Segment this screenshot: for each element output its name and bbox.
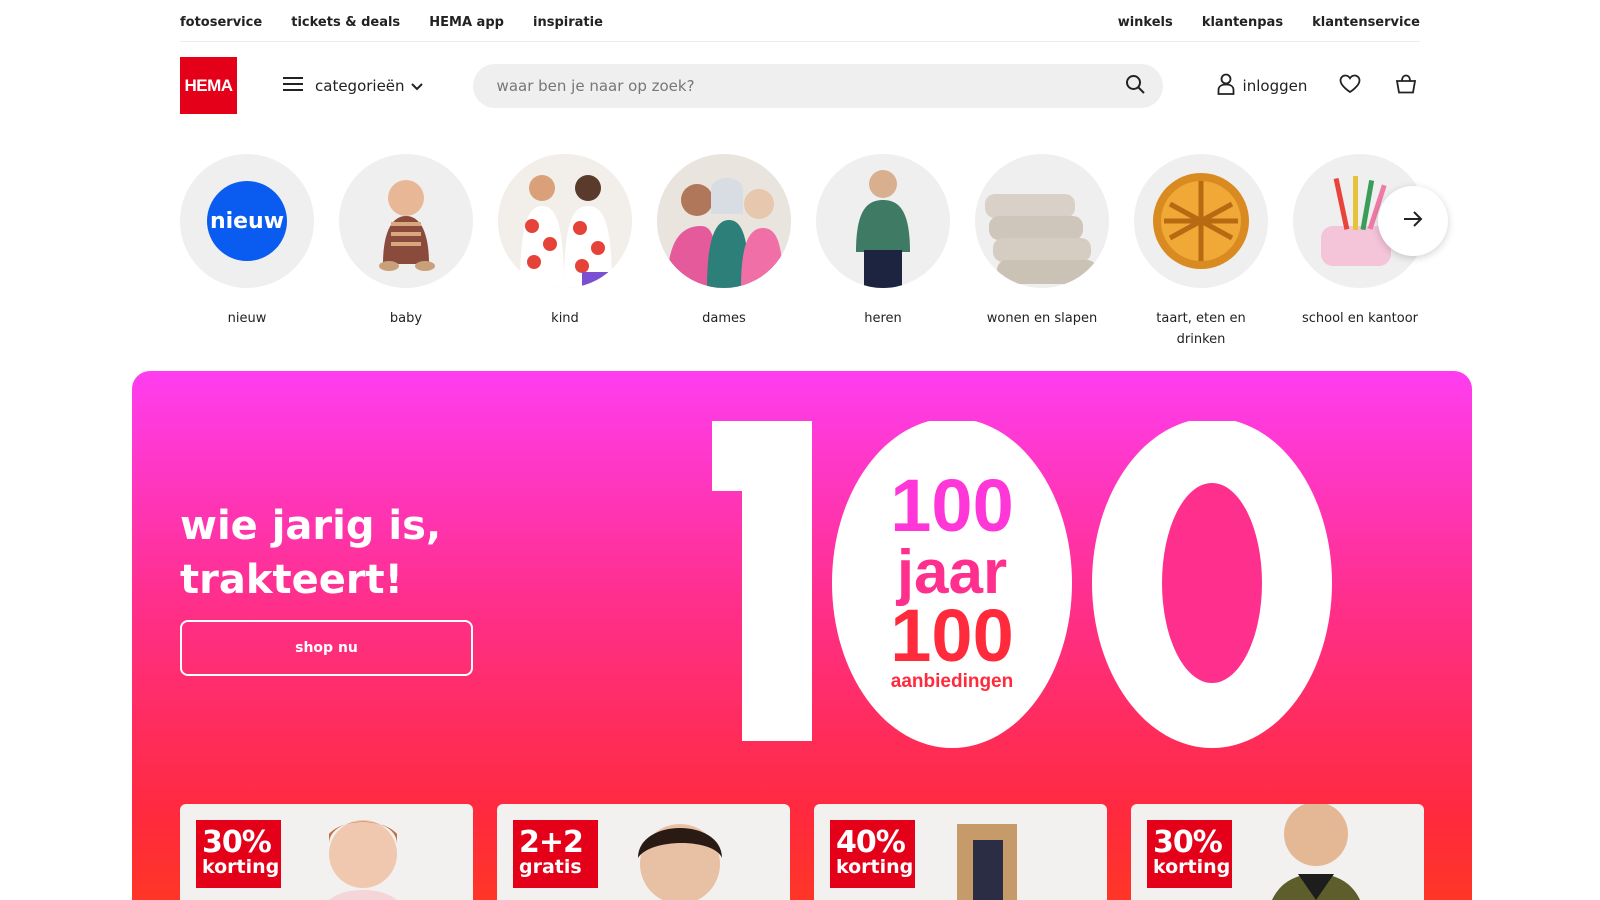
hero-banner[interactable]: wie jarig is, trakteert! shop nu 100 jaa…: [132, 371, 1472, 900]
badge-value: 30%: [1153, 825, 1223, 860]
search-bar: [472, 63, 1163, 108]
chevron-down-icon: [410, 76, 423, 95]
category-nieuw[interactable]: nieuw nieuw: [180, 154, 314, 354]
link-klantenservice[interactable]: klantenservice: [1312, 15, 1420, 30]
link-inspiratie[interactable]: inspiratie: [533, 15, 603, 30]
shop-now-button[interactable]: shop nu: [180, 620, 473, 676]
category-carousel: nieuw nieuw baby kind dames heren wonen …: [180, 154, 1450, 354]
category-label: wonen en slapen: [986, 311, 1098, 326]
categories-menu-button[interactable]: categorieën: [283, 76, 423, 96]
link-tickets-deals[interactable]: tickets & deals: [291, 15, 400, 30]
nieuw-badge: nieuw: [207, 181, 287, 261]
badge-label: korting: [202, 856, 280, 878]
category-dames[interactable]: dames: [657, 154, 791, 354]
towels-image: [975, 154, 1109, 288]
logo-100-top: 100: [890, 464, 1013, 547]
basket-button[interactable]: [1393, 73, 1419, 99]
offer-card[interactable]: 40% korting: [814, 804, 1107, 900]
digit-one-shape: [712, 421, 812, 741]
badge-value: 40%: [836, 825, 906, 860]
offer-card[interactable]: 2+2 gratis: [497, 804, 790, 900]
utility-bar: fotoservice tickets & deals HEMA app ins…: [180, 0, 1420, 42]
category-label: kind: [551, 311, 579, 326]
discount-badge: 2+2 gratis: [513, 820, 598, 888]
offer-cards: 30% korting 2+2 gratis 40% korting 30% k…: [180, 804, 1448, 900]
category-baby[interactable]: baby: [339, 154, 473, 354]
login-button[interactable]: inloggen: [1217, 73, 1308, 99]
header-actions: inloggen: [1217, 73, 1420, 99]
search-input[interactable]: [496, 76, 1125, 95]
category-label: school en kantoor: [1301, 311, 1419, 326]
kids-image: [498, 154, 632, 288]
category-label: baby: [389, 311, 423, 326]
logo-100-bottom: 100: [890, 594, 1013, 677]
category-kind[interactable]: kind: [498, 154, 632, 354]
category-heren[interactable]: heren: [816, 154, 950, 354]
category-wonen-en-slapen[interactable]: wonen en slapen: [975, 154, 1109, 354]
heart-icon: [1339, 74, 1361, 98]
badge-value: 30%: [202, 825, 272, 860]
hamburger-icon: [283, 76, 303, 96]
main-header: HEMA categorieën inloggen: [180, 57, 1420, 114]
discount-badge: 30% korting: [1147, 820, 1232, 888]
offer-card[interactable]: 30% korting: [1131, 804, 1424, 900]
pie-image: [1134, 154, 1268, 288]
arrow-right-icon: [1402, 210, 1424, 232]
category-label: taart, eten en drinken: [1156, 311, 1246, 347]
digit-zero-hole: [1162, 483, 1262, 683]
carousel-next-button[interactable]: [1378, 186, 1448, 256]
search-icon[interactable]: [1125, 74, 1145, 98]
man-photo: [1272, 804, 1360, 900]
category-label: dames: [702, 311, 746, 326]
utility-links-right: winkels klantenpas klantenservice: [1094, 11, 1420, 30]
link-klantenpas[interactable]: klantenpas: [1202, 15, 1283, 30]
hema-logo[interactable]: HEMA: [180, 57, 237, 114]
link-winkels[interactable]: winkels: [1118, 15, 1173, 30]
badge-label: gratis: [519, 856, 582, 878]
hero-headline-line1: wie jarig is,: [180, 503, 442, 549]
hero-headline: wie jarig is, trakteert!: [180, 499, 580, 607]
women-image: [657, 154, 791, 288]
link-fotoservice[interactable]: fotoservice: [180, 15, 262, 30]
hero-100-graphic: 100 jaar 100 aanbiedingen: [712, 421, 1332, 748]
login-label: inloggen: [1242, 76, 1308, 95]
category-taart-eten-drinken[interactable]: taart, eten en drinken: [1134, 154, 1268, 354]
badge-value: 2+2: [519, 825, 584, 860]
logo-aanbiedingen: aanbiedingen: [891, 671, 1013, 692]
men-image: [816, 154, 950, 288]
badge-label: korting: [1153, 856, 1231, 878]
category-image: nieuw: [180, 154, 314, 288]
utility-links-left: fotoservice tickets & deals HEMA app ins…: [180, 11, 627, 30]
hero-headline-line2: trakteert!: [180, 557, 403, 603]
user-icon: [1217, 73, 1235, 99]
person-photo: [638, 824, 722, 900]
category-label: heren: [864, 311, 902, 326]
link-hema-app[interactable]: HEMA app: [429, 15, 504, 30]
baby-image: [339, 154, 473, 288]
category-label: nieuw: [227, 311, 267, 326]
basket-icon: [1395, 74, 1417, 98]
toddler-photo: [329, 820, 397, 900]
favorites-button[interactable]: [1337, 73, 1363, 99]
categories-label: categorieën: [315, 76, 405, 95]
discount-badge: 40% korting: [830, 820, 915, 888]
badge-label: korting: [836, 856, 914, 878]
discount-badge: 30% korting: [196, 820, 281, 888]
boot-photo: [957, 824, 1017, 900]
offer-card[interactable]: 30% korting: [180, 804, 473, 900]
